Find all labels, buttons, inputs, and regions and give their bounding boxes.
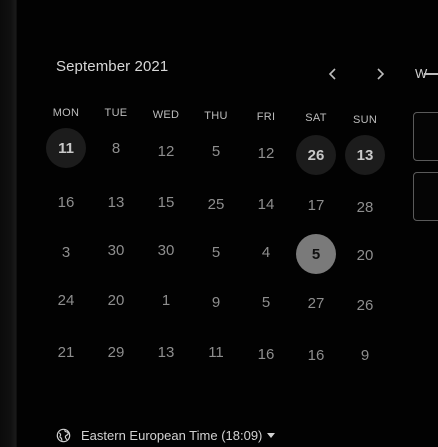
calendar-day[interactable]: 16 (46, 182, 86, 222)
calendar-day[interactable]: 8 (96, 128, 136, 168)
calendar-day[interactable]: 16 (296, 335, 336, 375)
weekday-label-tue: TUE (104, 107, 128, 119)
previous-month-button[interactable] (323, 64, 343, 84)
weekday-label-thu: THU (204, 110, 228, 122)
calendar-day[interactable]: 15 (146, 182, 186, 222)
calendar-day[interactable]: 24 (46, 280, 86, 320)
calendar-day[interactable]: 21 (46, 332, 86, 372)
available-day[interactable]: 11 (46, 128, 86, 168)
calendar-day[interactable]: 12 (246, 133, 286, 173)
calendar-day[interactable]: 5 (196, 131, 236, 171)
calendar-day[interactable]: 20 (345, 235, 385, 275)
next-month-button[interactable] (370, 64, 390, 84)
left-panel-edge (0, 0, 17, 447)
calendar-day[interactable]: 16 (246, 334, 286, 374)
weekday-label-wed: WED (152, 109, 180, 121)
calendar-day[interactable]: 30 (146, 230, 186, 270)
timezone-selector[interactable]: Eastern European Time (18:09) (56, 428, 276, 443)
calendar-day[interactable]: 13 (96, 182, 136, 222)
calendar-day[interactable]: 12 (146, 131, 186, 171)
calendar-day[interactable]: 1 (146, 280, 186, 320)
heading-underline (424, 73, 438, 75)
calendar-day[interactable]: 9 (345, 335, 385, 375)
weekday-label-sun: SUN (352, 114, 378, 126)
calendar-day[interactable]: 5 (196, 232, 236, 272)
caret-down-icon (267, 433, 276, 438)
weekday-label-fri: FRI (256, 111, 276, 123)
timezone-label: Eastern European Time (18:09) (81, 428, 263, 443)
calendar-day[interactable]: 14 (246, 184, 286, 224)
weekday-label-mon: MON (52, 107, 80, 119)
calendar-day[interactable]: 27 (296, 283, 336, 323)
calendar-day[interactable]: 9 (196, 282, 236, 322)
calendar-day[interactable]: 5 (246, 282, 286, 322)
calendar-day[interactable]: 26 (345, 285, 385, 325)
calendar-day[interactable]: 20 (96, 280, 136, 320)
calendar-day[interactable]: 4 (246, 232, 286, 272)
available-day[interactable]: 13 (345, 135, 385, 175)
calendar-day[interactable]: 28 (345, 187, 385, 227)
calendar-day[interactable]: 13 (146, 332, 186, 372)
calendar-day[interactable]: 25 (196, 184, 236, 224)
calendar-day[interactable]: 11 (196, 332, 236, 372)
chevron-right-icon (377, 68, 385, 80)
calendar-day[interactable]: 30 (96, 230, 136, 270)
calendar-day[interactable]: 3 (46, 232, 86, 272)
calendar-day[interactable]: 17 (296, 185, 336, 225)
globe-icon (56, 428, 71, 443)
weekday-label-sat: SAT (305, 112, 327, 124)
time-slot-button[interactable] (413, 112, 438, 161)
booking-screen: September 2021 W MON TUE WED THU FRI SAT SUN 1… (0, 0, 438, 447)
available-day[interactable]: 26 (296, 135, 336, 175)
time-slot-button[interactable] (413, 172, 438, 221)
chevron-left-icon (328, 68, 336, 80)
selected-day[interactable]: 5 (296, 234, 336, 274)
month-title: September 2021 (56, 58, 169, 75)
calendar-day[interactable]: 29 (96, 332, 136, 372)
